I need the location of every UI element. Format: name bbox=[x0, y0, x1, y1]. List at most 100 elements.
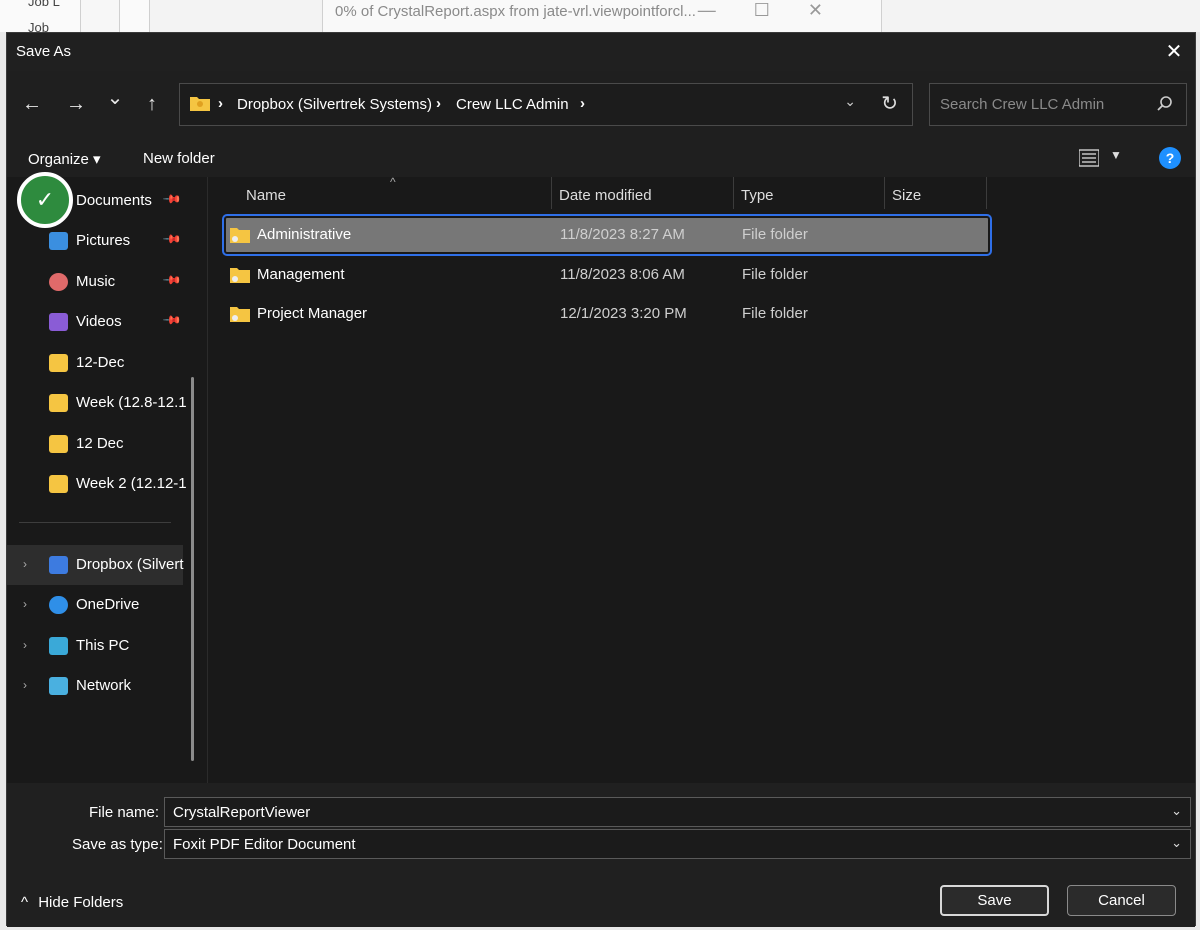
music-icon bbox=[49, 273, 68, 291]
sidebar-item-label: 12-Dec bbox=[76, 354, 125, 371]
folder-icon bbox=[49, 435, 68, 453]
sidebar-item-videos[interactable]: Videos 📌 bbox=[7, 302, 197, 342]
file-date-modified: 11/8/2023 8:27 AM bbox=[560, 226, 685, 243]
chevron-up-icon: ^ bbox=[21, 894, 29, 911]
check-icon: ✓ bbox=[17, 172, 73, 228]
file-name-value[interactable]: CrystalReportViewer bbox=[173, 804, 310, 821]
background-window: Job L Job 0% of CrystalReport.aspx from … bbox=[0, 0, 1200, 35]
file-list: ^ Name Date modified Type Size Administr… bbox=[207, 175, 1195, 783]
column-header-name[interactable]: Name bbox=[246, 187, 286, 204]
breadcrumb-separator[interactable]: › bbox=[436, 95, 441, 112]
navigation-pane: Documents 📌 Pictures 📌 Music 📌 Videos 📌 … bbox=[7, 177, 205, 783]
forward-arrow-icon[interactable]: → bbox=[61, 91, 91, 117]
sidebar-item-label: Dropbox (Silvert bbox=[76, 556, 184, 573]
back-arrow-icon[interactable]: ← bbox=[17, 91, 47, 117]
column-header-size[interactable]: Size bbox=[892, 187, 921, 204]
background-left-pane: Job L Job bbox=[0, 0, 150, 35]
expand-chevron-icon[interactable]: › bbox=[23, 557, 27, 571]
file-name-field[interactable]: CrystalReportViewer ⌄ bbox=[164, 797, 1191, 827]
dropbox-icon bbox=[49, 556, 68, 574]
breadcrumb-separator: › bbox=[218, 95, 223, 112]
this-pc-icon bbox=[49, 637, 68, 655]
cancel-button[interactable]: Cancel bbox=[1067, 885, 1176, 916]
folder-icon bbox=[49, 354, 68, 372]
column-header-date-modified[interactable]: Date modified bbox=[559, 187, 652, 204]
background-download-window: 0% of CrystalReport.aspx from jate-vrl.v… bbox=[322, 0, 882, 32]
expand-chevron-icon[interactable]: › bbox=[23, 678, 27, 692]
sidebar-item-dropbox[interactable]: › Dropbox (Silvert bbox=[7, 545, 184, 585]
search-box[interactable]: Search Crew LLC Admin bbox=[929, 83, 1187, 126]
sidebar-item-network[interactable]: › Network bbox=[7, 666, 197, 706]
sidebar-item-this-pc[interactable]: › This PC bbox=[7, 626, 197, 666]
sidebar-divider bbox=[19, 522, 171, 523]
hide-folders-button[interactable]: ^ Hide Folders bbox=[21, 894, 123, 911]
dialog-title: Save As bbox=[16, 43, 72, 60]
network-icon bbox=[49, 677, 68, 695]
onedrive-icon bbox=[49, 596, 68, 614]
file-name-label: File name: bbox=[89, 804, 160, 821]
breadcrumb-dropbox[interactable]: Dropbox (Silvertrek Systems) bbox=[237, 96, 432, 113]
search-input[interactable]: Search Crew LLC Admin bbox=[940, 96, 1104, 113]
sidebar-item-onedrive[interactable]: › OneDrive bbox=[7, 585, 197, 625]
sidebar-item-music[interactable]: Music 📌 bbox=[7, 262, 197, 302]
column-separator[interactable] bbox=[884, 177, 885, 209]
close-icon[interactable]: ✕ bbox=[1161, 39, 1187, 65]
file-type: File folder bbox=[742, 266, 808, 283]
save-as-type-value[interactable]: Foxit PDF Editor Document bbox=[173, 836, 356, 853]
folder-icon bbox=[49, 394, 68, 412]
column-separator[interactable] bbox=[551, 177, 552, 209]
table-row[interactable]: Project Manager 12/1/2023 3:20 PM File f… bbox=[226, 297, 988, 331]
file-name[interactable]: Project Manager bbox=[257, 305, 367, 322]
sidebar-item-12-dec[interactable]: 12-Dec bbox=[7, 343, 197, 383]
chevron-down-icon[interactable]: ⌄ bbox=[1171, 835, 1182, 851]
folder-icon bbox=[230, 268, 250, 283]
up-arrow-icon[interactable]: ↑ bbox=[137, 91, 167, 117]
sidebar-item-label: 12 Dec bbox=[76, 435, 124, 452]
breadcrumb-crew-llc-admin[interactable]: Crew LLC Admin bbox=[456, 96, 569, 113]
table-row[interactable]: Administrative 11/8/2023 8:27 AM File fo… bbox=[222, 214, 992, 256]
pictures-icon bbox=[49, 232, 68, 250]
folder-icon bbox=[49, 475, 68, 493]
sidebar-item-week[interactable]: Week (12.8-12.1- bbox=[7, 383, 197, 423]
expand-chevron-icon[interactable]: › bbox=[23, 597, 27, 611]
breadcrumb-separator[interactable]: › bbox=[580, 95, 585, 112]
sidebar-item-label: This PC bbox=[76, 637, 130, 654]
search-icon[interactable] bbox=[1156, 95, 1174, 113]
organize-button[interactable]: Organize ▾ bbox=[28, 150, 101, 168]
chevron-down-icon[interactable]: ⌄ bbox=[844, 93, 856, 110]
hide-folders-label: Hide Folders bbox=[38, 894, 124, 911]
sidebar-item-label: Week (12.8-12.1- bbox=[76, 394, 186, 411]
sidebar-scrollbar[interactable] bbox=[191, 377, 194, 761]
save-as-type-select[interactable]: Foxit PDF Editor Document ⌄ bbox=[164, 829, 1191, 859]
sidebar-item-pictures[interactable]: Pictures 📌 bbox=[7, 221, 197, 261]
file-date-modified: 11/8/2023 8:06 AM bbox=[560, 266, 685, 283]
sidebar-item-week-2[interactable]: Week 2 (12.12-1. bbox=[7, 464, 197, 504]
file-name[interactable]: Management bbox=[257, 266, 345, 283]
folder-icon bbox=[190, 97, 210, 111]
sidebar-item-label: Week 2 (12.12-1. bbox=[76, 475, 186, 492]
videos-icon bbox=[49, 313, 68, 331]
column-header-type[interactable]: Type bbox=[741, 187, 774, 204]
chevron-down-icon[interactable]: ⌄ bbox=[1171, 803, 1182, 819]
new-folder-button[interactable]: New folder bbox=[143, 150, 215, 167]
sidebar-item-12-dec-2[interactable]: 12 Dec bbox=[7, 424, 197, 464]
help-icon[interactable]: ? bbox=[1159, 147, 1181, 169]
background-window-controls: —☐✕ bbox=[697, 0, 861, 20]
refresh-icon[interactable]: ↻ bbox=[881, 91, 898, 116]
column-separator[interactable] bbox=[986, 177, 987, 209]
column-separator[interactable] bbox=[733, 177, 734, 209]
file-name[interactable]: Administrative bbox=[257, 226, 351, 243]
recent-locations-icon[interactable]: ⌄ bbox=[100, 85, 130, 111]
navigation-bar: ← → ⌄ ↑ › Dropbox (Silvertrek Systems) ›… bbox=[7, 71, 1195, 133]
folder-icon bbox=[230, 307, 250, 322]
save-button[interactable]: Save bbox=[940, 885, 1049, 916]
view-options-dropdown-icon[interactable]: ▼ bbox=[1110, 148, 1122, 162]
table-row[interactable]: Management 11/8/2023 8:06 AM File folder bbox=[226, 258, 988, 292]
file-type: File folder bbox=[742, 305, 808, 322]
expand-chevron-icon[interactable]: › bbox=[23, 638, 27, 652]
details-view-icon[interactable] bbox=[1079, 149, 1099, 167]
address-bar[interactable]: › Dropbox (Silvertrek Systems) › Crew LL… bbox=[179, 83, 913, 126]
file-date-modified: 12/1/2023 3:20 PM bbox=[560, 305, 687, 322]
background-stub-1: Job L bbox=[28, 0, 60, 9]
toolbar: Organize ▾ New folder ▼ ? bbox=[7, 133, 1195, 177]
